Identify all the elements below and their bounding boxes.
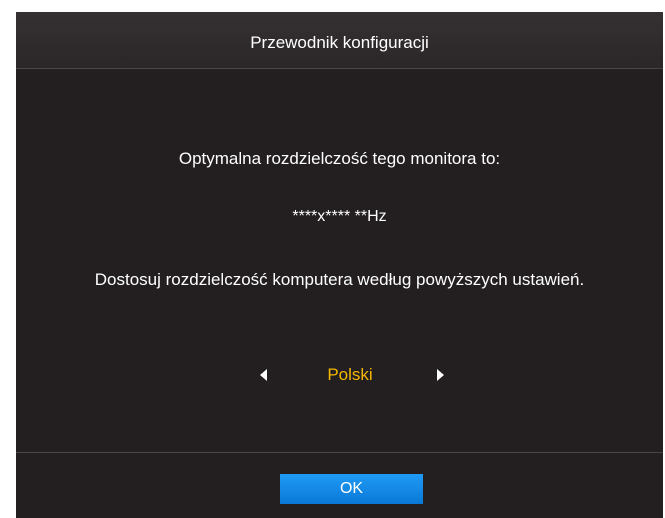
adjust-instruction-text: Dostosuj rozdzielczość komputera według …: [94, 270, 585, 289]
previous-language-icon[interactable]: [260, 369, 267, 381]
ok-button[interactable]: OK: [280, 474, 423, 504]
setup-guide-dialog: Przewodnik konfiguracji Optymalna rozdzi…: [16, 12, 663, 518]
language-selector[interactable]: Polski: [16, 364, 663, 388]
divider: [16, 452, 663, 453]
optimal-resolution-value: ****x**** **Hz: [292, 208, 387, 225]
dialog-title: Przewodnik konfiguracji: [250, 33, 429, 52]
next-language-icon[interactable]: [437, 369, 444, 381]
language-value: Polski: [327, 365, 373, 384]
title-bar: Przewodnik konfiguracji: [16, 12, 663, 69]
optimal-resolution-label: Optymalna rozdzielczość tego monitora to…: [178, 149, 501, 168]
